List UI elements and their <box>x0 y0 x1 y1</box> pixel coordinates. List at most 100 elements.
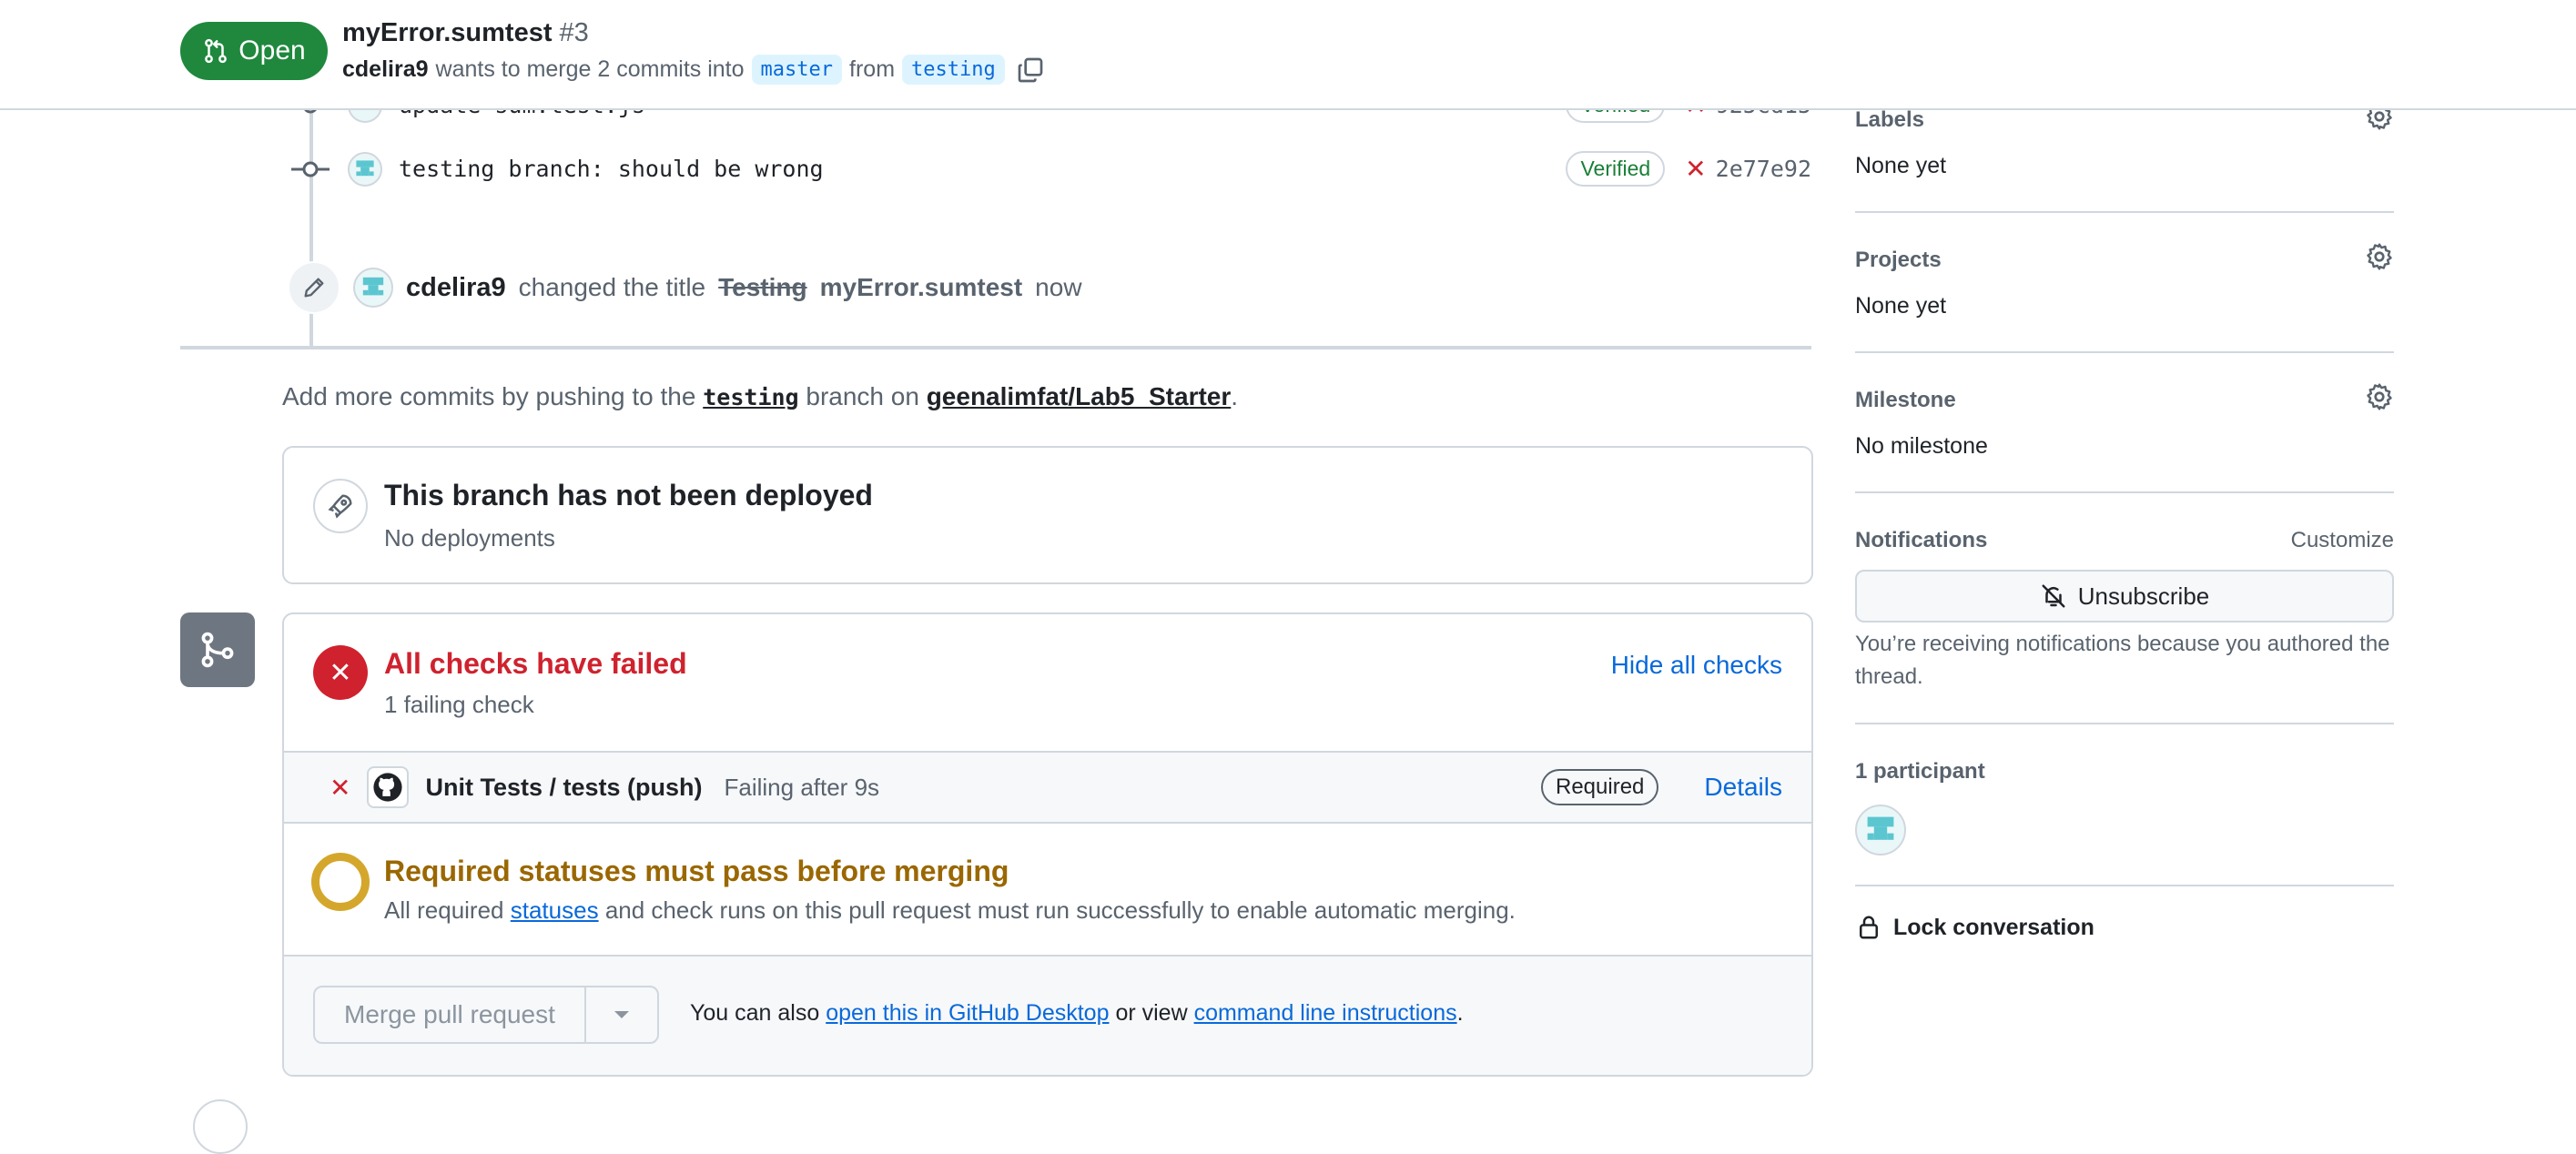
repo-link[interactable]: geenalimfat/Lab5_Starter <box>927 382 1232 410</box>
lock-conversation-button[interactable]: Lock conversation <box>1855 914 2094 941</box>
push-branch-link[interactable]: testing <box>703 384 798 410</box>
deploy-subtitle: No deployments <box>384 524 555 552</box>
commit-icon <box>291 161 330 177</box>
git-pull-request-icon <box>205 38 228 64</box>
participants-heading: 1 participant <box>1855 759 1985 784</box>
rocket-badge <box>313 479 368 533</box>
github-logo-icon <box>367 766 410 808</box>
lock-icon <box>1860 916 1878 939</box>
merge-box: ✕ All checks have failed 1 failing check… <box>282 612 1813 1077</box>
old-title: Testing <box>718 273 807 301</box>
timeline-divider <box>180 346 1811 349</box>
required-title: Required statuses must pass before mergi… <box>384 855 1009 887</box>
desktop-link[interactable]: open this in GitHub Desktop <box>826 1000 1109 1026</box>
gear-icon[interactable] <box>2365 382 2394 411</box>
fail-badge: ✕ <box>313 645 368 700</box>
commit-message[interactable]: testing branch: should be wrong <box>399 156 824 182</box>
identicon-icon <box>356 159 374 176</box>
x-icon: ✕ <box>329 657 352 688</box>
sticky-pr-header: Open myError.sumtest #3 cdelira9 wants to… <box>0 0 2576 110</box>
pr-title-text: myError.sumtest <box>342 18 553 47</box>
projects-value: None yet <box>1855 293 1947 319</box>
check-status: Failing after 9s <box>724 773 880 801</box>
next-event-badge <box>193 1099 248 1154</box>
from-text: from <box>849 56 896 82</box>
author-link[interactable]: cdelira9 <box>342 56 429 83</box>
deploy-title: This branch has not been deployed <box>384 479 873 511</box>
push-hint-middle: branch on <box>806 382 919 410</box>
unsubscribe-label: Unsubscribe <box>2077 582 2210 610</box>
bell-slash-icon <box>2042 584 2065 608</box>
sidebar-divider <box>1855 351 2394 353</box>
participant-avatar[interactable] <box>1855 805 1906 855</box>
labels-value: None yet <box>1855 153 1947 178</box>
event-time[interactable]: now <box>1035 273 1081 302</box>
statuses-link[interactable]: statuses <box>511 896 599 924</box>
actor-link[interactable]: cdelira9 <box>406 273 506 303</box>
milestone-value: No milestone <box>1855 433 1988 459</box>
push-hint-prefix: Add more commits by pushing to the <box>282 382 696 410</box>
push-hint: Add more commits by pushing to the testi… <box>282 382 1238 411</box>
lock-label: Lock conversation <box>1893 914 2094 940</box>
unsubscribe-button[interactable]: Unsubscribe <box>1855 570 2394 623</box>
head-branch[interactable]: testing <box>902 55 1005 85</box>
customize-link[interactable]: Customize <box>2291 528 2394 553</box>
required-prefix: All required <box>384 896 504 924</box>
pr-meta: cdelira9 wants to merge 2 commits into m… <box>342 55 1045 85</box>
verified-badge[interactable]: Verified <box>1566 151 1666 187</box>
identicon-icon <box>1867 816 1894 840</box>
sidebar-divider <box>1855 491 2394 493</box>
merge-text: wants to merge 2 commits into <box>435 56 745 82</box>
push-hint-suffix: . <box>1231 382 1239 410</box>
rocket-icon <box>328 494 352 519</box>
identicon-icon <box>362 277 384 296</box>
title-change-event: cdelira9 changed the title Testing myErr… <box>288 261 1082 314</box>
caret-down-icon <box>614 1011 629 1018</box>
notifications-heading: Notifications <box>1855 528 1988 552</box>
required-badge: Required <box>1541 769 1659 805</box>
checks-subtitle: 1 failing check <box>384 691 534 718</box>
projects-heading[interactable]: Projects <box>1855 248 1942 273</box>
pending-badge <box>311 853 370 911</box>
merge-box-icon-badge <box>180 612 255 687</box>
check-details-link[interactable]: Details <box>1704 773 1782 802</box>
labels-heading[interactable]: Labels <box>1855 107 1924 133</box>
pencil-icon <box>304 278 324 298</box>
avatar[interactable] <box>348 151 382 187</box>
also-prefix: You can also <box>690 1000 820 1026</box>
required-desc: All required statuses and check runs on … <box>384 896 1516 925</box>
check-row: ✕ Unit Tests / tests (push) Failing afte… <box>284 751 1811 824</box>
git-merge-icon <box>201 632 234 668</box>
sidebar-divider <box>1855 723 2394 724</box>
commit-row: testing branch: should be wrong Verified… <box>291 151 1811 187</box>
fail-icon: ✕ <box>1685 155 1707 183</box>
pr-number: #3 <box>559 18 589 47</box>
new-title: myError.sumtest <box>819 273 1023 301</box>
pencil-badge <box>288 261 340 314</box>
cli-link[interactable]: command line instructions <box>1194 1000 1457 1026</box>
avatar[interactable] <box>353 268 393 308</box>
notification-reason: You’re receiving notifications because y… <box>1855 632 2390 689</box>
deployment-card: This branch has not been deployed No dep… <box>282 446 1813 584</box>
merge-button[interactable]: Merge pull request <box>315 987 586 1042</box>
commit-sha[interactable]: 2e77e92 <box>1716 156 1811 182</box>
merge-dropdown-button[interactable] <box>586 987 657 1042</box>
merge-button-group: Merge pull request <box>313 986 659 1044</box>
checks-title: All checks have failed <box>384 647 687 680</box>
pr-state-badge: Open <box>180 22 328 80</box>
merge-footer: Merge pull request You can also open thi… <box>284 955 1811 1075</box>
copy-icon[interactable] <box>1016 56 1045 85</box>
pr-state-label: Open <box>238 35 306 66</box>
pr-title[interactable]: myError.sumtest #3 <box>342 18 589 48</box>
hide-checks-button[interactable]: Hide all checks <box>1611 651 1782 680</box>
milestone-heading[interactable]: Milestone <box>1855 388 1956 413</box>
sidebar-divider <box>1855 211 2394 213</box>
gear-icon[interactable] <box>2365 242 2394 271</box>
fail-icon: ✕ <box>330 773 351 802</box>
or-view: or view <box>1115 1000 1188 1026</box>
sidebar-divider <box>1855 885 2394 886</box>
merge-suffix: . <box>1456 1000 1464 1026</box>
base-branch[interactable]: master <box>751 55 843 85</box>
check-name: Unit Tests / tests (push) <box>425 773 703 801</box>
required-suffix: and check runs on this pull request must… <box>604 896 1516 924</box>
